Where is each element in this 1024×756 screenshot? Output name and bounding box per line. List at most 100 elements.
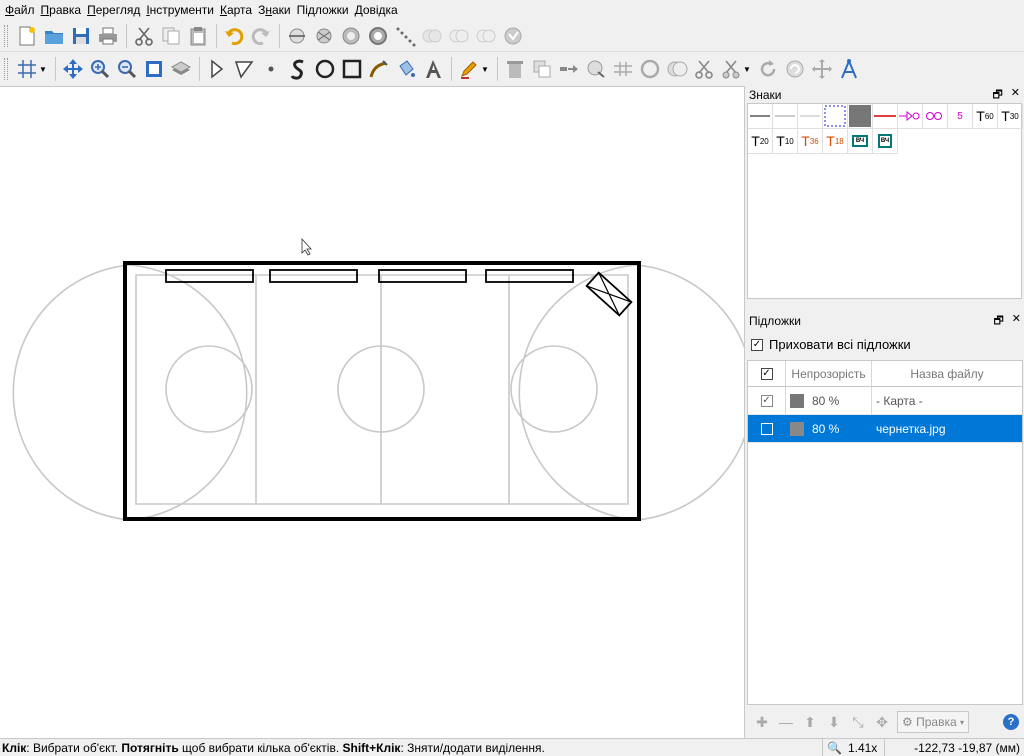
unite-areas-icon[interactable]	[338, 23, 364, 49]
menu-tools[interactable]: Інструменти	[143, 0, 217, 20]
pan-icon[interactable]	[60, 56, 86, 82]
zoom-in-icon[interactable]	[87, 56, 113, 82]
symbol-text-t36[interactable]: T 36	[798, 129, 823, 154]
fill-border-tool-icon[interactable]	[583, 56, 609, 82]
point-icon[interactable]	[258, 56, 284, 82]
menu-symbols[interactable]: Знаки	[255, 0, 294, 20]
cut-tool-icon[interactable]	[691, 56, 717, 82]
symbol-red-line[interactable]	[873, 104, 898, 129]
header-visibility[interactable]: ✓	[748, 361, 786, 386]
symbol-magenta-circles[interactable]	[923, 104, 948, 129]
boolean-merge-icon[interactable]	[664, 56, 690, 82]
copy-icon[interactable]	[158, 23, 184, 49]
row-visibility-checkbox[interactable]	[760, 422, 773, 435]
close-icon[interactable]: ✕	[1012, 312, 1021, 331]
symbol-text-t18[interactable]: T 18	[823, 129, 848, 154]
zoom-out-icon[interactable]	[114, 56, 140, 82]
freehand-icon[interactable]	[366, 56, 392, 82]
chevron-down-icon[interactable]: ▼	[39, 65, 47, 74]
layers-icon[interactable]	[168, 56, 194, 82]
switch-symbol-icon[interactable]	[556, 56, 582, 82]
save-icon[interactable]	[68, 23, 94, 49]
symbol-text-t20[interactable]: T 20	[748, 129, 773, 154]
symbol-dotted-box[interactable]	[823, 104, 848, 129]
rotate-pattern-tool-icon[interactable]	[782, 56, 808, 82]
fill-border-icon[interactable]	[365, 23, 391, 49]
header-filename[interactable]: Назва файлу	[872, 361, 1022, 386]
header-opacity[interactable]: Непрозорість	[786, 361, 872, 386]
open-folder-icon[interactable]	[41, 23, 67, 49]
chevron-down-icon[interactable]: ▼	[743, 65, 751, 74]
boolean-circle-icon[interactable]	[637, 56, 663, 82]
symbol-magenta-chain[interactable]	[898, 104, 923, 129]
draw-circle-icon[interactable]	[312, 56, 338, 82]
print-icon[interactable]	[95, 23, 121, 49]
edit-object-icon[interactable]	[204, 56, 230, 82]
move-up-icon[interactable]: ⬆	[799, 711, 821, 733]
opacity-value[interactable]: 80 %	[812, 422, 839, 436]
draw-rectangle-icon[interactable]	[339, 56, 365, 82]
checkmark-icon[interactable]: ✓	[760, 367, 773, 380]
paste-icon[interactable]	[185, 23, 211, 49]
fill-bucket-icon[interactable]	[393, 56, 419, 82]
edit-template-button[interactable]: ⚙ Правка ▾	[897, 711, 970, 733]
menu-file[interactable]: Файл	[2, 0, 38, 20]
menu-edit[interactable]: Правка	[38, 0, 85, 20]
move-down-icon[interactable]: ⬇	[823, 711, 845, 733]
chevron-down-icon[interactable]: ▼	[481, 65, 489, 74]
symbol-text-5[interactable]: 5	[948, 104, 973, 129]
rotate-pattern-icon[interactable]	[311, 23, 337, 49]
symbol-text-t60[interactable]: T 60	[973, 104, 998, 129]
row-visibility-checkbox[interactable]: ✓	[760, 394, 773, 407]
opacity-value[interactable]: 80 %	[812, 394, 839, 408]
area-union-icon[interactable]	[419, 23, 445, 49]
symbol-text-t30[interactable]: T 30	[998, 104, 1023, 129]
zoom-indicator[interactable]: 🔍 1.41x	[822, 739, 884, 756]
connect-paths-icon[interactable]	[610, 56, 636, 82]
fullscreen-icon[interactable]	[141, 56, 167, 82]
cut-icon[interactable]	[131, 23, 157, 49]
cut-hole-icon[interactable]	[284, 23, 310, 49]
rotate-icon[interactable]	[755, 56, 781, 82]
remove-template-icon[interactable]: —	[775, 711, 797, 733]
scale-icon[interactable]	[809, 56, 835, 82]
float-icon[interactable]: 🗗	[993, 312, 1003, 331]
new-file-icon[interactable]	[14, 23, 40, 49]
toolbar-grip[interactable]	[4, 58, 8, 80]
symbol-line-light[interactable]	[798, 104, 823, 129]
edit-line-icon[interactable]	[231, 56, 257, 82]
area-difference-icon[interactable]	[473, 23, 499, 49]
checkmark-icon[interactable]: ✓	[751, 338, 763, 351]
menu-map[interactable]: Карта	[217, 0, 255, 20]
toolbar-grip[interactable]	[4, 24, 8, 47]
area-intersection-icon[interactable]	[446, 23, 472, 49]
table-row[interactable]: ✓ 80 % - Карта -	[748, 387, 1022, 415]
duplicate-icon[interactable]	[529, 56, 555, 82]
pencil-icon[interactable]	[456, 56, 482, 82]
undo-icon[interactable]	[221, 23, 247, 49]
help-icon[interactable]: ?	[1003, 714, 1019, 730]
move-template-icon[interactable]: ✥	[871, 711, 893, 733]
add-template-icon[interactable]: ✚	[751, 711, 773, 733]
menu-help[interactable]: Довідка	[352, 0, 401, 20]
symbol-box-vch-1[interactable]: ВЧ	[848, 129, 873, 154]
dashed-line-icon[interactable]	[392, 23, 418, 49]
hide-all-templates-checkbox[interactable]: ✓ Приховати всі підложки	[751, 337, 911, 352]
symbol-box-vch-2[interactable]: ВЧ	[873, 129, 898, 154]
redo-icon[interactable]	[248, 23, 274, 49]
delete-icon[interactable]	[502, 56, 528, 82]
symbol-gray-fill[interactable]	[848, 104, 873, 129]
georeference-icon[interactable]: ⤡	[847, 711, 869, 733]
close-icon[interactable]: ✕	[1011, 86, 1020, 105]
draw-path-icon[interactable]	[285, 56, 311, 82]
float-icon[interactable]: 🗗	[992, 86, 1002, 105]
table-row-selected[interactable]: 80 % чернетка.jpg	[748, 415, 1022, 443]
symbol-line-thin[interactable]	[748, 104, 773, 129]
map-canvas[interactable]	[0, 86, 744, 738]
symbol-text-t10[interactable]: T 10	[773, 129, 798, 154]
text-icon[interactable]	[420, 56, 446, 82]
menu-view[interactable]: Перегляд	[84, 0, 143, 20]
area-xor-icon[interactable]	[500, 23, 526, 49]
grid-icon[interactable]	[14, 56, 40, 82]
measure-icon[interactable]	[836, 56, 862, 82]
